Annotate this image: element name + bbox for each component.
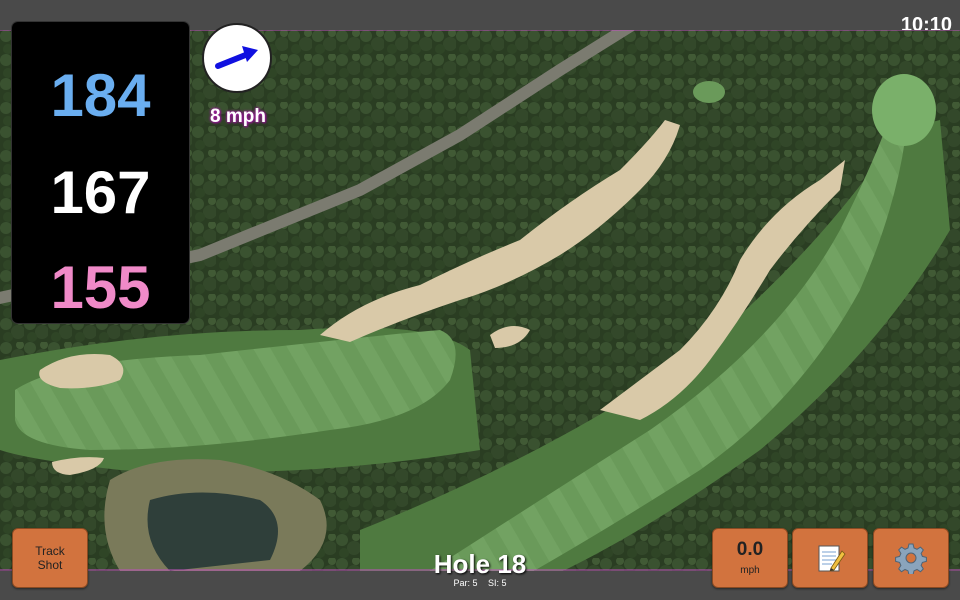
settings-button[interactable] (873, 528, 949, 588)
track-shot-button[interactable]: Track Shot (12, 528, 88, 588)
speed-value: 0.0 (736, 538, 764, 560)
hole-title: Hole 18 (433, 549, 527, 579)
distance-panel: 184 167 155 (12, 22, 189, 323)
speed-unit: mph (740, 564, 760, 576)
gear-icon (895, 543, 927, 574)
notepad-icon (818, 545, 846, 572)
middle-distance: 167 (50, 159, 151, 226)
back-distance: 184 (50, 62, 151, 129)
speed-button[interactable]: 0.0 mph (712, 528, 788, 588)
track-shot-label-line2: Shot (37, 558, 63, 572)
front-distance: 155 (50, 254, 151, 321)
hole-stroke-index: SI: 5 (488, 578, 507, 588)
wind-indicator (202, 23, 272, 93)
hole-info: Par: 5 SI: 5 (380, 577, 580, 589)
wind-speed: 8 mph (210, 106, 266, 127)
wind-direction-arrow-icon (215, 46, 258, 69)
track-shot-label-line1: Track (35, 544, 65, 558)
notes-button[interactable] (792, 528, 868, 588)
hole-par: Par: 5 (453, 578, 478, 588)
